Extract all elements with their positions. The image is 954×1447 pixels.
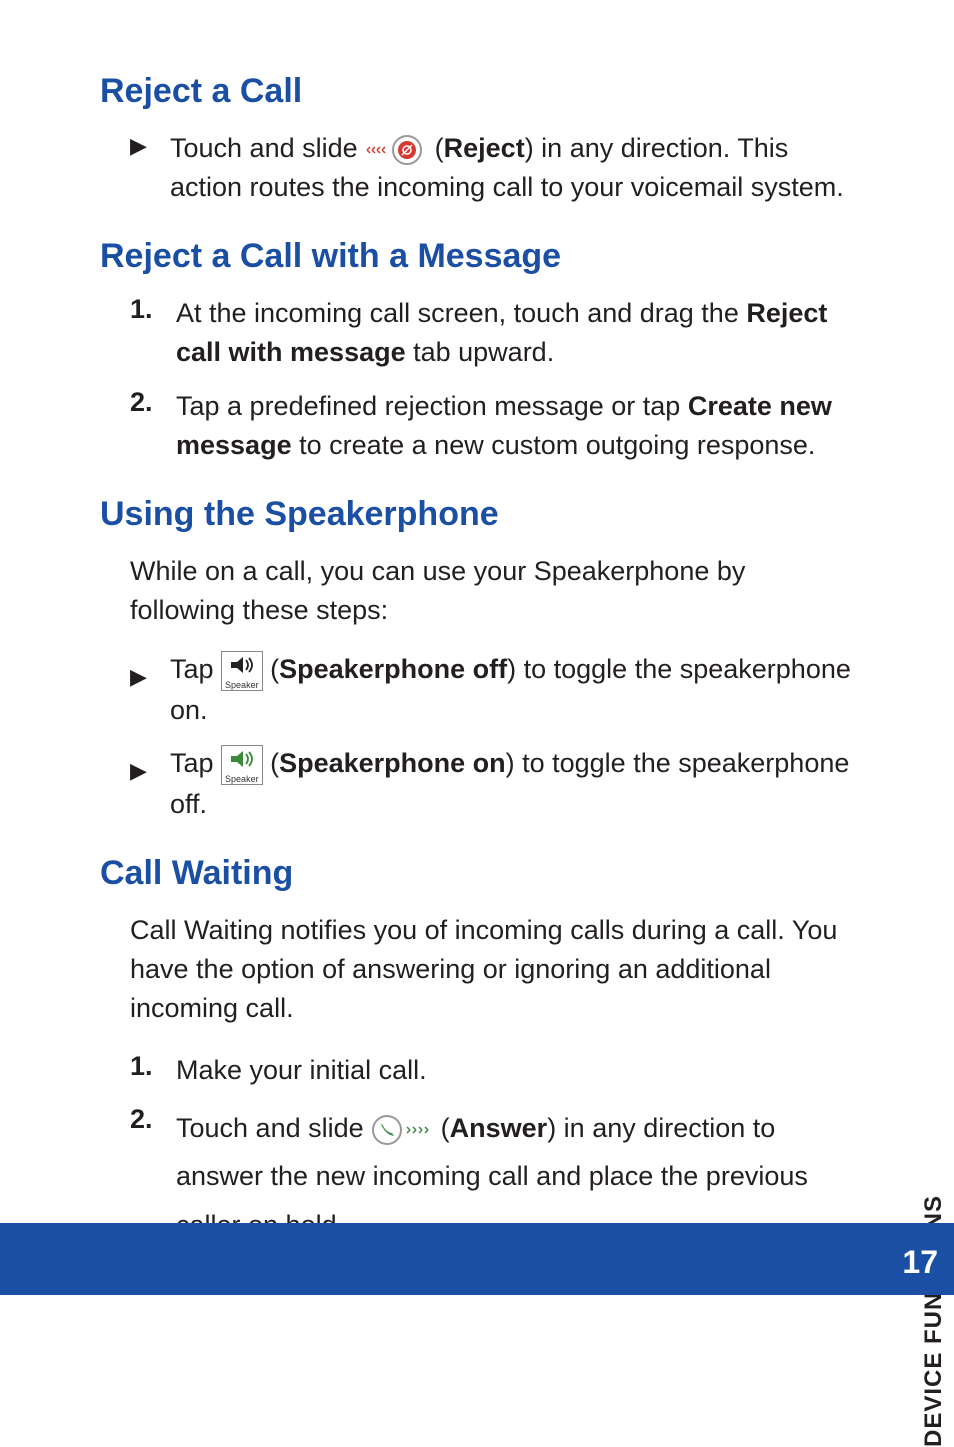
heading-call-waiting: Call Waiting [100, 854, 854, 893]
text-fragment: tab upward. [406, 337, 555, 367]
icon-caption: Speaker [225, 681, 259, 690]
section-call-waiting: Call Waiting Call Waiting notifies you o… [100, 854, 854, 1249]
step-text: At the incoming call screen, touch and d… [176, 294, 854, 372]
page-number: 17 [902, 1244, 938, 1281]
triangle-bullet-icon: ▶ [130, 129, 170, 207]
icon-caption: Speaker [225, 775, 259, 784]
text-fragment: ) to toggle the speakerphone on. [170, 654, 851, 725]
text-fragment: Tap a predefined rejection message or ta… [176, 391, 688, 421]
heading-speakerphone: Using the Speakerphone [100, 495, 854, 534]
text-fragment: Tap [170, 748, 221, 778]
heading-reject-message: Reject a Call with a Message [100, 237, 854, 276]
bold-label: Speakerphone on [279, 748, 506, 778]
numbered-item: 2. Tap a predefined rejection message or… [130, 387, 854, 465]
bullet-item: ▶ Tap Speaker (Speakerphone off) to togg… [130, 650, 854, 730]
text-fragment: At the incoming call screen, touch and d… [176, 298, 746, 328]
section-reject-message: Reject a Call with a Message 1. At the i… [100, 237, 854, 465]
list-number: 1. [130, 1051, 176, 1090]
bullet-item: ▶ Touch and slide [130, 129, 854, 207]
text-fragment: Touch and slide [176, 1113, 371, 1143]
numbered-item: 1. Make your initial call. [130, 1051, 854, 1090]
reject-call-icon [365, 134, 427, 166]
footer-bar: 17 [0, 1223, 954, 1295]
speaker-on-icon: Speaker [221, 745, 263, 785]
bold-label: Answer [450, 1113, 548, 1143]
speaker-off-icon: Speaker [221, 651, 263, 691]
bold-label: Speakerphone off [279, 654, 507, 684]
text-fragment: to create a new custom outgoing response… [292, 430, 816, 460]
heading-reject-call: Reject a Call [100, 72, 854, 111]
section-speakerphone: Using the Speakerphone While on a call, … [100, 495, 854, 824]
answer-call-icon [371, 1114, 433, 1146]
bullet-text: Touch and slide (Reject) in a [170, 129, 854, 207]
intro-text: Call Waiting notifies you of incoming ca… [130, 911, 854, 1028]
step-text: Make your initial call. [176, 1051, 427, 1090]
text-fragment: Touch and slide [170, 133, 365, 163]
text-fragment: ) to toggle the speakerphone off. [170, 748, 849, 819]
bullet-text: Tap Speaker (Speakerphone off) to toggle… [170, 650, 854, 730]
intro-text: While on a call, you can use your Speake… [130, 552, 854, 630]
text-fragment: Tap [170, 654, 221, 684]
triangle-bullet-icon: ▶ [130, 650, 170, 730]
list-number: 2. [130, 387, 176, 465]
bullet-item: ▶ Tap Speaker (Speakerphone on) to toggl… [130, 744, 854, 824]
bold-label: Reject [444, 133, 525, 163]
triangle-bullet-icon: ▶ [130, 744, 170, 824]
numbered-item: 1. At the incoming call screen, touch an… [130, 294, 854, 372]
bullet-text: Tap Speaker (Speakerphone on) to toggle … [170, 744, 854, 824]
section-reject-call: Reject a Call ▶ Touch and slide [100, 72, 854, 207]
step-text: Tap a predefined rejection message or ta… [176, 387, 854, 465]
manual-page: Reject a Call ▶ Touch and slide [0, 0, 954, 1295]
list-number: 1. [130, 294, 176, 372]
